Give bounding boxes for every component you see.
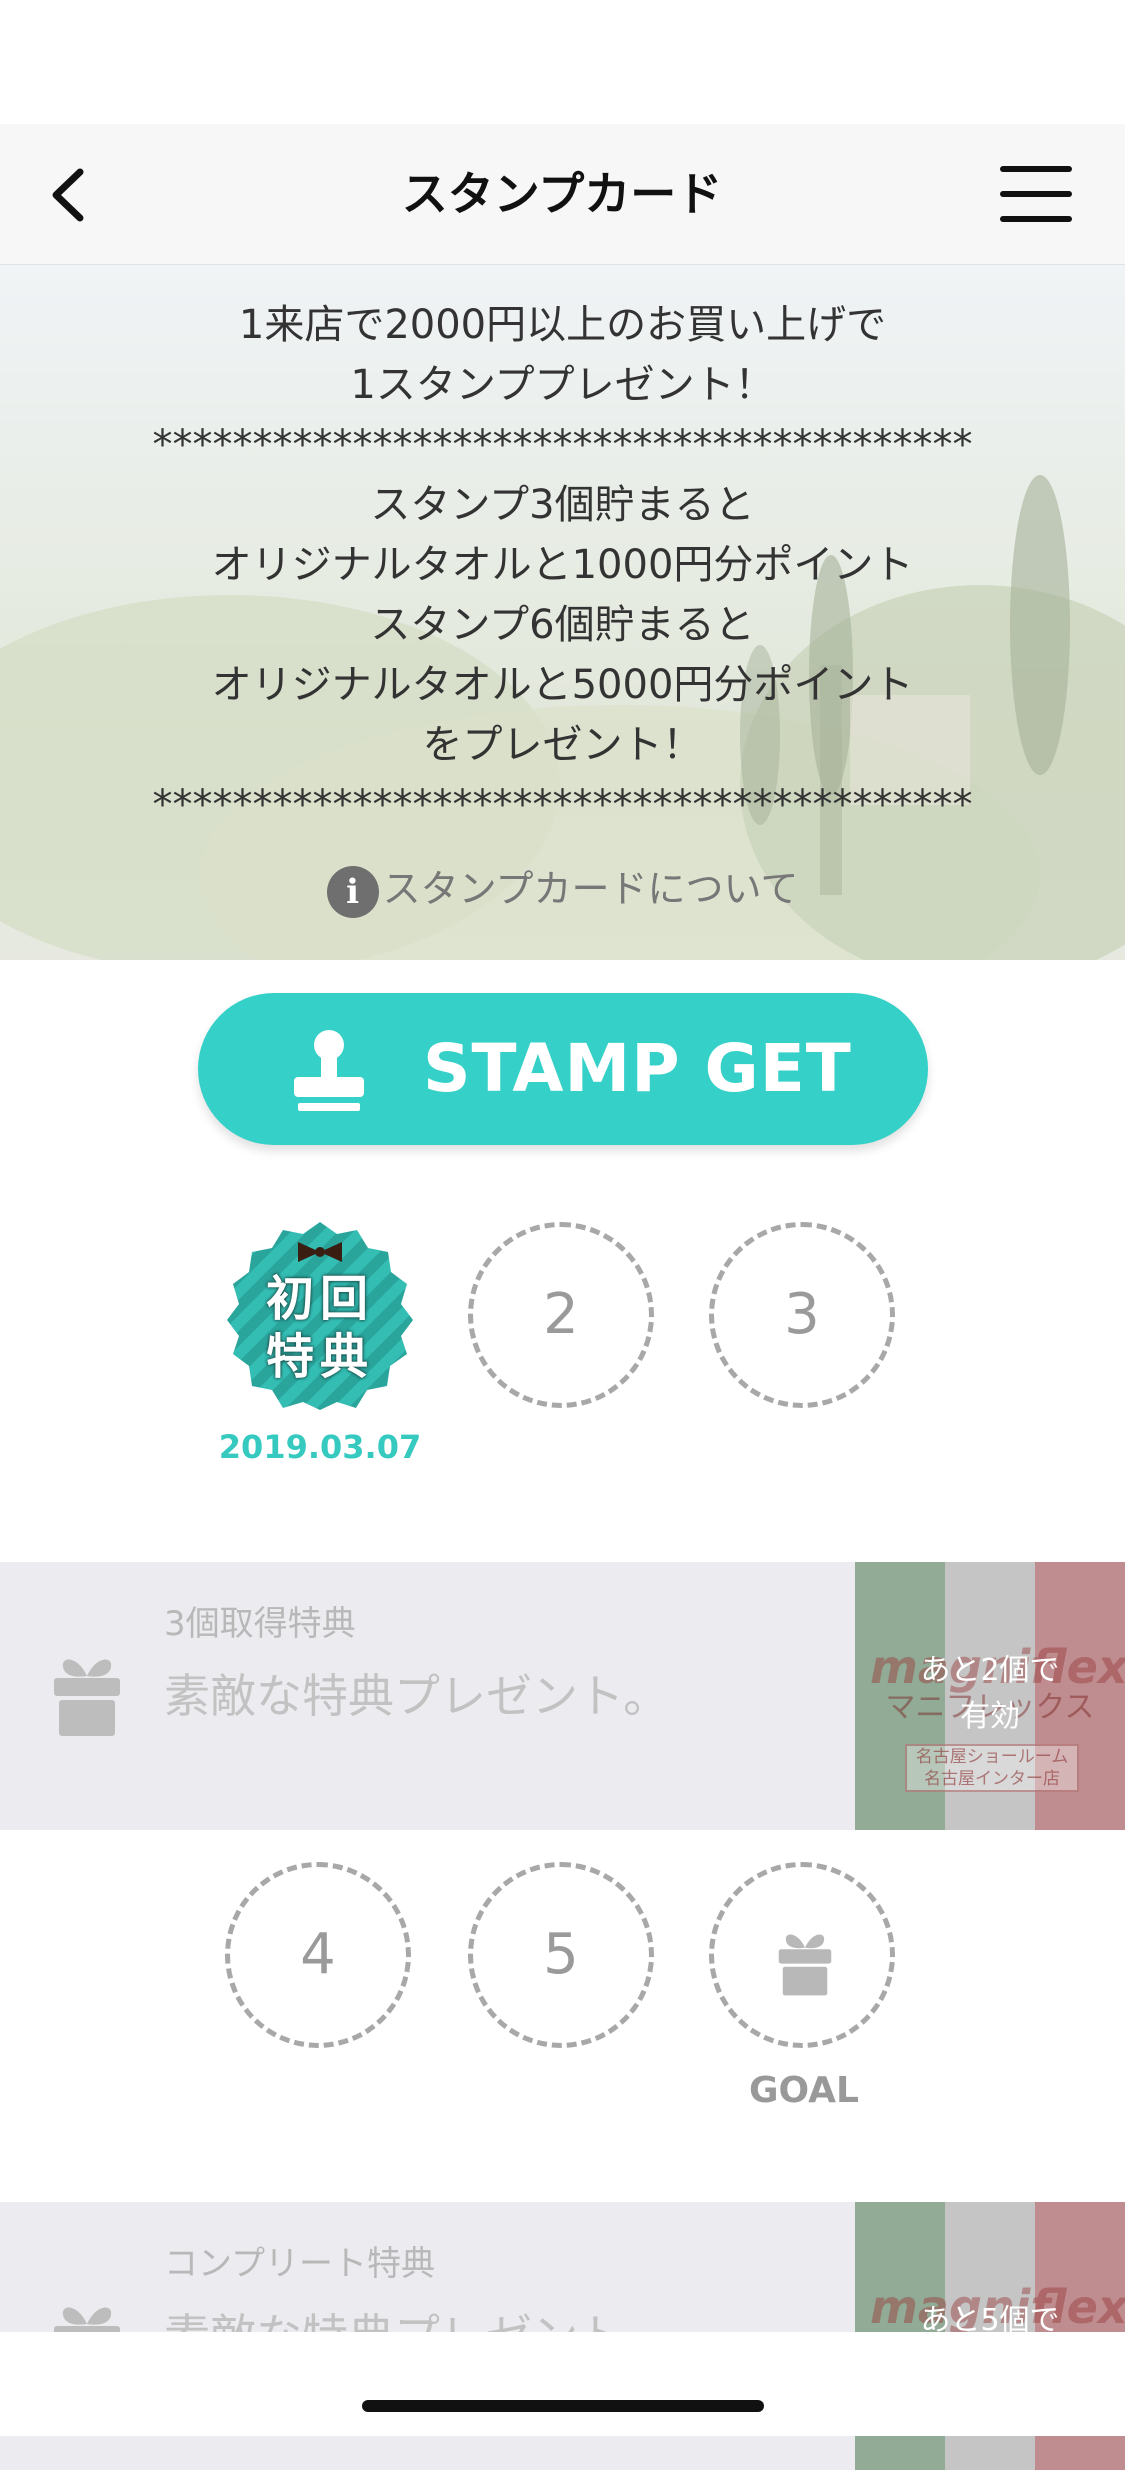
home-indicator[interactable] [362,2400,764,2412]
badge-text-line2: 特典 [265,1329,374,1385]
stamp-card-info-link[interactable]: i スタンプカードについて [0,861,1125,918]
stamp-1-first-visit: 初回 特典 [225,1220,415,1410]
stamp-get-label: STAMP GET [423,1030,852,1107]
chevron-left-icon [52,168,84,222]
reward-subtitle: コンプリート特典 [164,2244,435,2284]
info-icon: i [326,865,379,918]
status-bar [0,0,1125,124]
hamburger-icon [1000,166,1072,172]
stamp-icon [294,1030,364,1111]
store-label: 名古屋ショールーム 名古屋インター店 [905,1744,1079,1792]
stamp-slot-goal [709,1862,895,2048]
reward-thumbnail: magniflex マニフレックス 名古屋ショールーム 名古屋インター店 あと2… [855,1562,1125,1830]
nav-bar: スタンプカード [0,124,1125,266]
reward-subtitle: 3個取得特典 [164,1604,356,1644]
stamp-slot-5: 5 [468,1862,654,2048]
stamp-slot-2: 2 [468,1222,654,1408]
goal-label: GOAL [749,2070,859,2111]
badge-text-line1: 初回 [265,1271,374,1327]
gift-icon [54,1659,120,1736]
home-indicator-area [0,2332,1125,2436]
reward-3-stamps[interactable]: 3個取得特典 素敵な特典プレゼント。 magniflex マニフレックス 名古屋… [0,1562,1125,1830]
reward-remaining: あと2個で 有効 [920,1653,1060,1734]
stamp-slot-4: 4 [225,1862,411,2048]
stamp-date: 2019.03.07 [218,1428,422,1466]
stamp-get-button[interactable]: STAMP GET [198,993,928,1145]
menu-button[interactable] [1000,166,1072,222]
back-button[interactable] [40,160,110,230]
page-title: スタンプカード [401,167,723,221]
campaign-text: 1来店で2000円以上のお買い上げで 1スタンププレゼント！ *********… [152,302,973,828]
stamp-slot-3: 3 [709,1222,895,1408]
reward-title: 素敵な特典プレゼント。 [164,1669,670,1723]
gift-icon [778,1934,832,1996]
campaign-banner: 1来店で2000円以上のお買い上げで 1スタンププレゼント！ *********… [0,265,1125,960]
